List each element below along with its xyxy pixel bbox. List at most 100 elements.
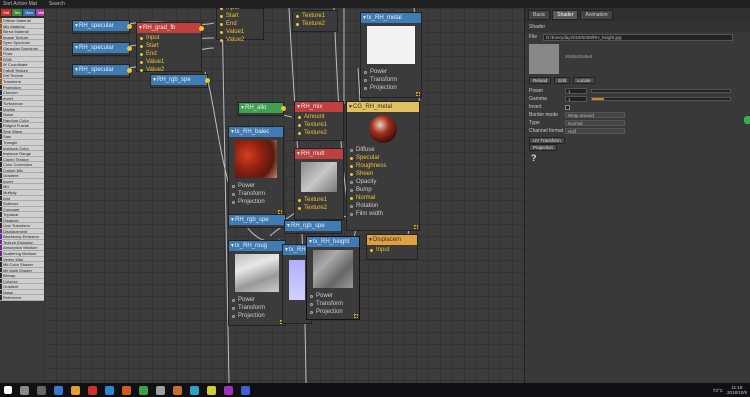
gamma-slider[interactable] <box>591 97 731 101</box>
pin-socket[interactable] <box>298 131 301 135</box>
node-header[interactable]: ▼ RH_specular <box>73 21 129 31</box>
pin-socket[interactable] <box>298 115 301 119</box>
output-socket[interactable] <box>281 106 286 111</box>
node-rh-rgb-spe-3[interactable]: ▼ RH_rgb_spe <box>284 220 342 234</box>
node-rh-rgb-spe-1[interactable]: ▼ RH_rgb_spe <box>150 74 210 88</box>
pin-socket[interactable] <box>350 196 353 200</box>
pin-socket[interactable] <box>232 314 235 318</box>
app-orange-icon[interactable] <box>122 385 131 395</box>
node-input-pin[interactable]: Texture1 <box>295 121 343 129</box>
node-input-pin[interactable]: Input <box>137 34 201 42</box>
app-purple-icon[interactable] <box>224 385 233 395</box>
pin-socket[interactable] <box>350 156 353 160</box>
pin-socket[interactable] <box>220 38 223 42</box>
node-header[interactable]: ▼ RH_rgb_spe <box>229 215 285 225</box>
node-input-pin[interactable]: Value2 <box>217 36 263 44</box>
node-input-pin[interactable]: Amount <box>295 113 343 121</box>
node-input-pin[interactable]: Value1 <box>217 28 263 36</box>
pin-socket[interactable] <box>232 184 235 188</box>
node-input-pin[interactable]: Power <box>307 292 359 300</box>
node-material[interactable]: ▼ CG_RH_metal Diffuse Specular Roughness She… <box>346 101 420 231</box>
node-graph-canvas[interactable]: ▼ RH_specular ▼ RH_specular ▼ RH_specular ▼… <box>44 8 524 383</box>
pin-socket[interactable] <box>364 78 367 82</box>
node-header[interactable]: ▼ CG_RH_metal <box>347 102 419 112</box>
node-input-pin[interactable]: Power <box>361 68 421 76</box>
node-header[interactable]: ▼ RH_mix <box>295 102 343 112</box>
output-socket[interactable] <box>127 68 132 73</box>
pin-socket[interactable] <box>350 204 353 208</box>
node-input-pin[interactable]: Value2 <box>137 66 201 74</box>
node-input-pin[interactable]: Texture1 <box>295 196 343 204</box>
node-rh-specular-1[interactable]: ▼ RH_specular <box>72 20 132 34</box>
node-header[interactable]: ▼ RH_rgb_spe <box>285 221 341 231</box>
pin-socket[interactable] <box>370 248 373 252</box>
node-input-pin[interactable]: Power <box>229 296 285 304</box>
pin-socket[interactable] <box>140 68 143 72</box>
node-mix-top[interactable]: Texture1 Texture2 <box>292 10 338 32</box>
node-displacement[interactable]: ▼ Displacem Input <box>366 234 418 260</box>
node-header[interactable]: ▼ tx_RH_metal <box>361 13 421 23</box>
category-tag[interactable]: Tex <box>12 9 23 16</box>
node-input-pin[interactable]: Projection <box>361 84 421 92</box>
app-indigo-icon[interactable] <box>241 385 250 395</box>
help-icon[interactable]: ? <box>525 153 750 163</box>
node-header[interactable]: ▼ RH_rgb_spe <box>151 75 207 85</box>
pin-socket[interactable] <box>232 306 235 310</box>
pin-socket[interactable] <box>298 198 301 202</box>
node-input-pin[interactable]: Start <box>217 12 263 20</box>
node-header[interactable]: ▼ Displacem <box>367 235 417 245</box>
node-input-pin[interactable]: Value1 <box>137 58 201 66</box>
pin-socket[interactable] <box>140 44 143 48</box>
node-input-pin[interactable]: Transform <box>307 300 359 308</box>
pin-socket[interactable] <box>140 52 143 56</box>
node-rh-rgb-spe-2[interactable]: ▼ RH_rgb_spe <box>228 214 286 228</box>
app-blue-icon[interactable] <box>105 385 114 395</box>
pin-socket[interactable] <box>220 30 223 34</box>
green-indicator-icon[interactable] <box>744 116 750 124</box>
node-input-pin[interactable]: End <box>217 20 263 28</box>
node-header[interactable]: ▼ RH_mult <box>295 149 343 159</box>
gamma-field[interactable]: 1 <box>565 96 587 102</box>
pin-socket[interactable] <box>350 164 353 168</box>
node-tx-rh-metal[interactable]: ▼ tx_RH_metal Power Transform Projection <box>360 12 422 98</box>
category-tag[interactable]: Geo <box>23 9 35 16</box>
pin-socket[interactable] <box>220 8 223 10</box>
channel-format-select[interactable]: Half <box>565 128 625 134</box>
pin-socket[interactable] <box>310 302 313 306</box>
pin-socket[interactable] <box>232 298 235 302</box>
power-slider[interactable] <box>591 89 731 93</box>
pin-socket[interactable] <box>298 123 301 127</box>
pin-socket[interactable] <box>310 310 313 314</box>
node-header[interactable]: ▼ RH_specular <box>73 43 129 53</box>
pin-socket[interactable] <box>350 148 353 152</box>
node-input-pin[interactable]: Normal <box>347 194 419 202</box>
node-top-clipped[interactable]: Input Start End Value1 Value2 <box>216 8 264 43</box>
menu-sort-action[interactable]: Sort Action Mat <box>3 1 37 7</box>
output-socket[interactable] <box>127 46 132 51</box>
file-action-button[interactable]: Edit <box>554 77 571 84</box>
pin-socket[interactable] <box>298 206 301 210</box>
node-input-pin[interactable]: Transform <box>229 190 283 198</box>
pin-socket[interactable] <box>220 14 223 18</box>
node-input-pin[interactable]: Texture1 <box>293 12 337 20</box>
uv-transform-button[interactable]: UV Transform <box>529 137 565 144</box>
type-select[interactable]: Normal <box>565 120 625 126</box>
inspector-tab[interactable]: Animation <box>580 10 613 20</box>
node-rh-mix[interactable]: ▼ RH_mix Amount Texture1 Texture2 <box>294 101 344 141</box>
node-tx-rh-balec[interactable]: ▼ tx_RH_balec Power Transform Projection <box>228 126 284 216</box>
node-rh-specular-3[interactable]: ▼ RH_specular <box>72 64 132 78</box>
node-input-pin[interactable]: Diffuse <box>347 146 419 154</box>
pin-socket[interactable] <box>364 86 367 90</box>
file-action-button[interactable]: Reload <box>529 77 552 84</box>
power-field[interactable]: 1 <box>565 88 587 94</box>
node-input-pin[interactable]: Rotation <box>347 202 419 210</box>
border-mode-select[interactable]: Wrap around <box>565 112 625 118</box>
inspector-tab[interactable]: Shader <box>552 10 579 20</box>
node-header[interactable]: ▼ RH_grad_fb <box>137 23 201 33</box>
node-header[interactable]: ▼ RH_allo <box>239 103 283 113</box>
search-icon[interactable] <box>20 385 29 395</box>
output-socket[interactable] <box>127 24 132 29</box>
node-tx-rh-roug[interactable]: ▼ tx_RH_roug Power Transform Projection <box>228 240 286 326</box>
file-path-field[interactable]: D:/Everyday2018/0009/RH_height.jpg <box>543 33 733 41</box>
node-header[interactable]: ▼ tx_RH_height <box>307 237 359 247</box>
